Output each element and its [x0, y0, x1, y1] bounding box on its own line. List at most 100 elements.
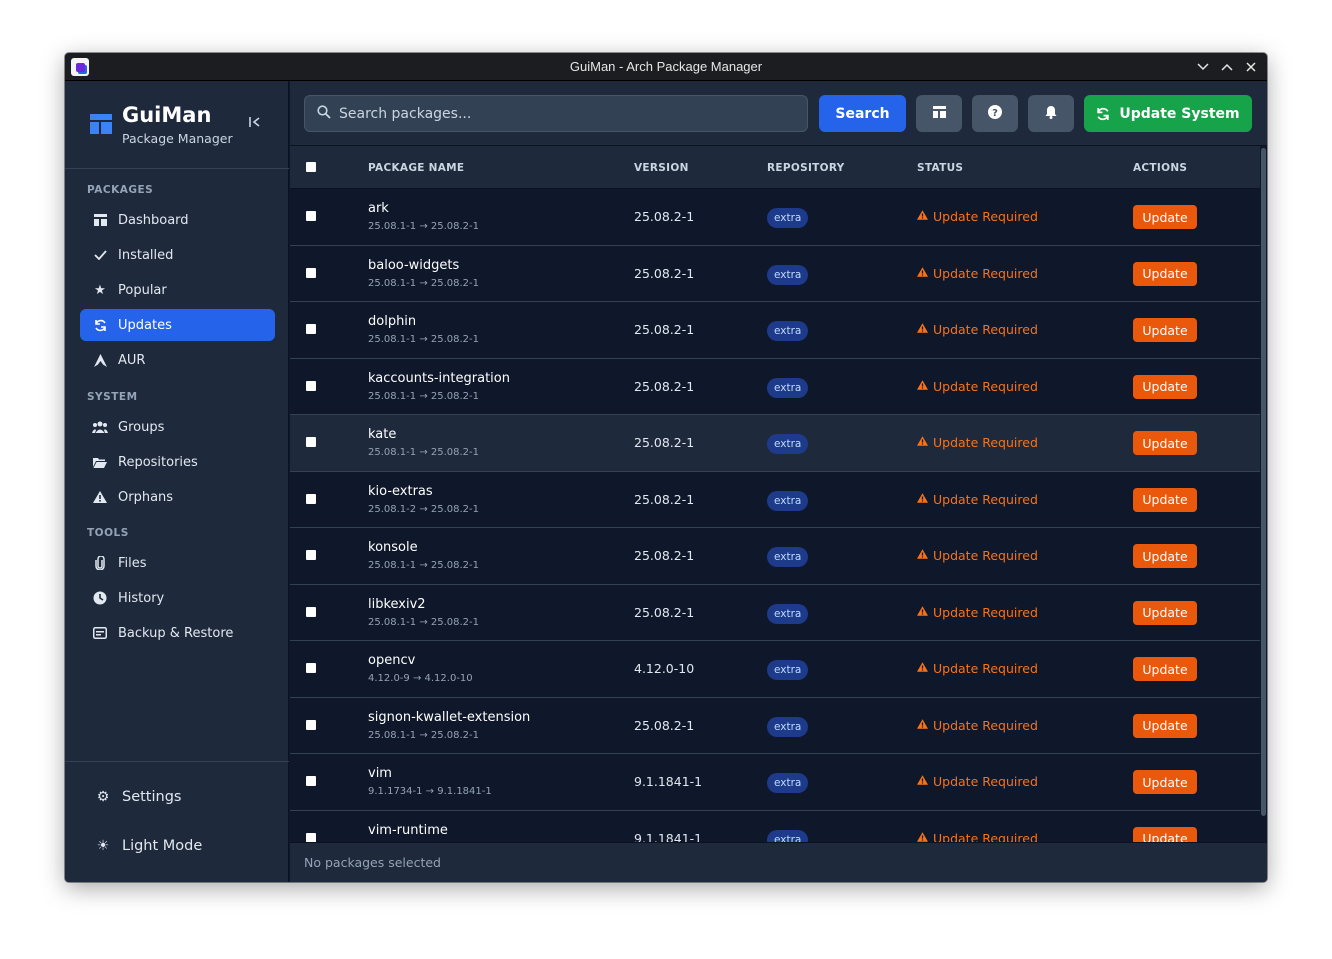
warning-icon: [917, 492, 928, 506]
backup-icon: [92, 627, 108, 639]
row-checkbox[interactable]: [306, 324, 316, 334]
search-button[interactable]: Search: [819, 95, 906, 132]
sidebar-item-installed[interactable]: Installed: [80, 239, 275, 271]
paperclip-icon: [92, 556, 108, 570]
update-button[interactable]: Update: [1133, 205, 1197, 229]
refresh-icon: [1096, 107, 1110, 121]
sidebar-item-backup-restore[interactable]: Backup & Restore: [80, 617, 275, 649]
status-label: Update Required: [933, 265, 1038, 281]
sidebar-item-popular[interactable]: ★ Popular: [80, 274, 275, 306]
update-system-button[interactable]: Update System: [1084, 95, 1252, 132]
row-checkbox[interactable]: [306, 211, 316, 221]
layout-icon: [932, 105, 946, 122]
light-mode-toggle[interactable]: ☀ Light Mode: [95, 838, 203, 854]
row-checkbox[interactable]: [306, 550, 316, 560]
sidebar-item-groups[interactable]: Groups: [80, 411, 275, 443]
layout-button[interactable]: [916, 95, 962, 132]
warning-icon: [917, 775, 928, 788]
warning-icon: [917, 718, 928, 732]
logo-icon: [90, 114, 112, 134]
row-checkbox[interactable]: [306, 493, 316, 504]
table-row[interactable]: libkexiv2 25.08.1-1 → 25.08.2-1 25.08.2-1 e…: [290, 584, 1260, 641]
warning-icon: [917, 210, 928, 223]
dashboard-icon: [92, 214, 108, 226]
update-button[interactable]: Update: [1133, 261, 1197, 286]
table-row[interactable]: kio-extras 25.08.1-2 → 25.08.2-1 25.08.2-1…: [290, 471, 1260, 528]
status-label: Update Required: [933, 830, 1038, 843]
table-row[interactable]: signon-kwallet-extension 25.08.1-1 → 25.0…: [290, 697, 1260, 754]
package-version: 25.08.2-1: [634, 265, 695, 281]
update-system-label: Update System: [1119, 105, 1240, 122]
settings-button[interactable]: ⚙ Settings: [95, 789, 182, 805]
table-row[interactable]: baloo-widgets 25.08.1-1 → 25.08.2-1 25.08.…: [290, 245, 1260, 302]
warning-icon: [917, 662, 928, 675]
warning-icon: [92, 491, 108, 503]
repository-badge: extra: [767, 603, 809, 624]
sidebar-item-label: AUR: [118, 352, 146, 368]
update-button[interactable]: Update: [1133, 318, 1197, 342]
minimize-icon[interactable]: [1194, 58, 1212, 76]
table-row[interactable]: vim-runtime 9.1.1841-1 extra Update Require…: [290, 810, 1260, 843]
update-button[interactable]: Update: [1133, 374, 1197, 399]
row-checkbox[interactable]: [306, 437, 316, 447]
update-button[interactable]: Update: [1133, 544, 1197, 568]
sidebar-item-history[interactable]: History: [80, 582, 275, 614]
table-row[interactable]: konsole 25.08.1-1 → 25.08.2-1 25.08.2-1 ext…: [290, 528, 1260, 585]
table-row[interactable]: vim 9.1.1734-1 → 9.1.1841-1 9.1.1841-1 extr…: [290, 754, 1260, 811]
close-icon[interactable]: [1242, 58, 1260, 76]
sidebar-item-aur[interactable]: AUR: [80, 344, 275, 376]
row-checkbox[interactable]: [306, 832, 316, 842]
search-input[interactable]: [339, 105, 799, 122]
row-checkbox[interactable]: [306, 776, 316, 786]
table-row[interactable]: opencv 4.12.0-9 → 4.12.0-10 4.12.0-10 extra…: [290, 641, 1260, 698]
sidebar: GuiMan Package Manager PACKAGES Dashboar…: [65, 81, 289, 882]
sidebar-item-label: Installed: [118, 247, 174, 263]
table-scrollbar[interactable]: [1260, 146, 1267, 842]
sidebar-item-files[interactable]: Files: [80, 547, 275, 579]
package-name: opencv: [368, 653, 416, 668]
package-name: kaccounts-integration: [368, 370, 510, 386]
update-button[interactable]: Update: [1133, 600, 1197, 625]
help-button[interactable]: ?: [972, 95, 1018, 132]
row-checkbox[interactable]: [306, 663, 316, 673]
update-button[interactable]: Update: [1133, 657, 1197, 681]
table-row[interactable]: kate 25.08.1-1 → 25.08.2-1 25.08.2-1 extra U…: [290, 415, 1260, 472]
notifications-button[interactable]: [1028, 95, 1074, 132]
table-row[interactable]: ark 25.08.1-1 → 25.08.2-1 25.08.2-1 extra Up…: [290, 189, 1260, 246]
select-all-checkbox[interactable]: [306, 162, 316, 172]
package-version: 25.08.2-1: [634, 435, 695, 450]
row-checkbox[interactable]: [306, 606, 316, 617]
status-text: Update Required: [917, 774, 1038, 789]
maximize-icon[interactable]: [1218, 58, 1236, 76]
status-label: Update Required: [933, 209, 1038, 224]
table-row[interactable]: dolphin 25.08.1-1 → 25.08.2-1 25.08.2-1 ext…: [290, 302, 1260, 359]
repository-badge: extra: [767, 660, 809, 680]
sidebar-item-updates[interactable]: Updates: [80, 309, 275, 341]
table-row[interactable]: kaccounts-integration 25.08.1-1 → 25.08.2…: [290, 358, 1260, 415]
collapse-sidebar-icon[interactable]: [249, 116, 261, 132]
sidebar-item-label: Groups: [118, 419, 165, 435]
version-change: 4.12.0-9 → 4.12.0-10: [368, 673, 473, 684]
version-change: 25.08.1-1 → 25.08.2-1: [368, 221, 480, 232]
row-checkbox[interactable]: [306, 380, 316, 391]
app-window: GuiMan - Arch Package Manager GuiMan Pac…: [65, 53, 1267, 882]
section-title-packages: PACKAGES: [87, 184, 154, 196]
section-title-system: SYSTEM: [87, 391, 138, 403]
update-button[interactable]: Update: [1133, 431, 1197, 455]
sidebar-item-label: Dashboard: [118, 212, 189, 228]
search-box[interactable]: [304, 95, 808, 132]
status-label: Update Required: [933, 378, 1038, 394]
sidebar-item-repositories[interactable]: Repositories: [80, 446, 275, 478]
update-button[interactable]: Update: [1133, 713, 1197, 738]
update-button[interactable]: Update: [1133, 487, 1197, 512]
package-version: 25.08.2-1: [634, 491, 695, 507]
row-checkbox[interactable]: [306, 267, 316, 278]
update-button[interactable]: Update: [1133, 826, 1197, 842]
row-checkbox[interactable]: [306, 719, 316, 730]
sidebar-item-dashboard[interactable]: Dashboard: [80, 204, 275, 236]
package-name: signon-kwallet-extension: [368, 709, 531, 725]
status-label: Update Required: [933, 774, 1038, 789]
sidebar-item-orphans[interactable]: Orphans: [80, 481, 275, 513]
scrollbar-thumb[interactable]: [1261, 148, 1266, 816]
update-button[interactable]: Update: [1133, 770, 1197, 794]
